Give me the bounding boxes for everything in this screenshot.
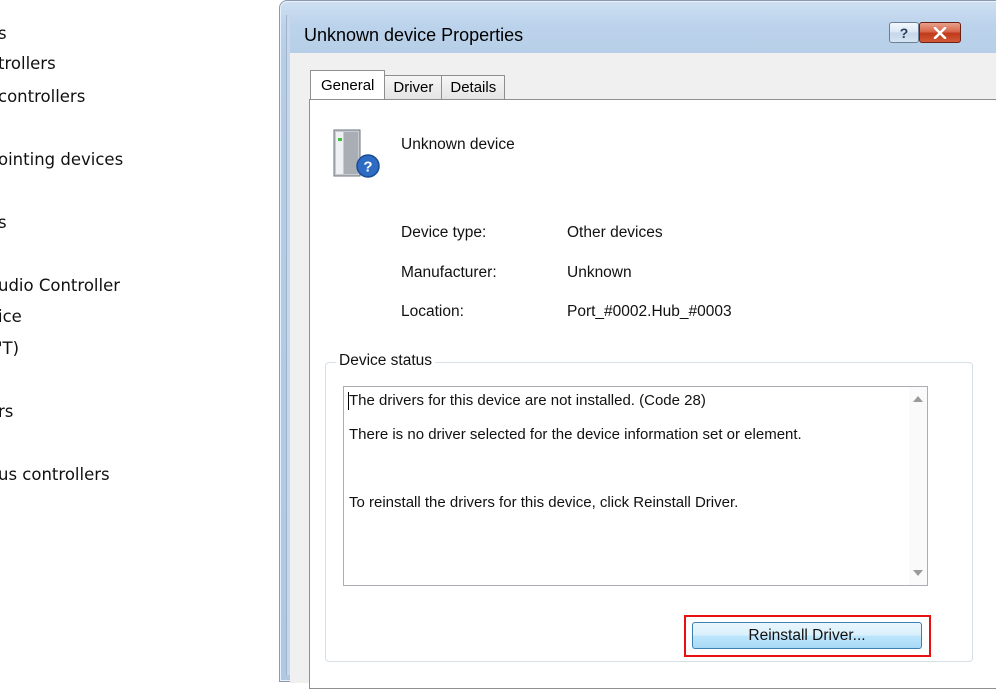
dialog-title: Unknown device Properties: [304, 25, 524, 45]
unknown-device-icon: ?: [333, 129, 380, 178]
status-line: There is no driver selected for the devi…: [349, 426, 802, 443]
device-type-value: Other devices: [567, 224, 663, 241]
device-type-label: Device type:: [401, 224, 487, 241]
list-item[interactable]: 'T): [0, 339, 19, 358]
status-scrollbar[interactable]: [909, 387, 927, 585]
list-item[interactable]: udio Controller: [0, 276, 120, 295]
general-tab-panel: ? Unknown device Device type: Other devi…: [309, 99, 996, 689]
location-label: Location:: [401, 303, 464, 320]
manufacturer-label: Manufacturer:: [401, 264, 497, 281]
list-item[interactable]: rs: [0, 402, 13, 421]
help-icon: ?: [899, 24, 909, 41]
close-icon: [933, 26, 947, 39]
close-button[interactable]: [919, 22, 961, 43]
tab-general[interactable]: General: [310, 70, 386, 99]
properties-dialog: Unknown device Properties ? General Driv…: [279, 0, 996, 689]
list-item[interactable]: s: [0, 213, 7, 232]
device-status-text: The drivers for this device are not inst…: [349, 392, 879, 511]
list-item[interactable]: s: [0, 24, 7, 43]
scroll-up-arrow-icon[interactable]: [913, 396, 923, 402]
device-status-label: Device status: [336, 352, 436, 370]
list-item[interactable]: us controllers: [0, 465, 110, 484]
tab-driver[interactable]: Driver: [384, 75, 443, 99]
manufacturer-value: Unknown: [567, 264, 632, 281]
status-line: The drivers for this device are not inst…: [349, 392, 706, 409]
tab-strip: General Driver Details: [310, 70, 506, 99]
list-item[interactable]: controllers: [0, 87, 85, 106]
help-button[interactable]: ?: [889, 22, 919, 43]
tab-details[interactable]: Details: [441, 75, 506, 99]
scroll-down-arrow-icon[interactable]: [913, 570, 923, 576]
dialog-client-area: General Driver Details ? Unknown device …: [290, 53, 996, 689]
device-status-textbox[interactable]: The drivers for this device are not inst…: [343, 386, 928, 586]
list-item[interactable]: ointing devices: [0, 150, 123, 169]
device-manager-list: s trollers controllers ointing devices s…: [0, 0, 280, 669]
location-value: Port_#0002.Hub_#0003: [567, 303, 732, 320]
svg-text:?: ?: [363, 159, 372, 176]
device-name: Unknown device: [401, 136, 515, 153]
list-item[interactable]: trollers: [0, 54, 56, 73]
status-line: To reinstall the drivers for this device…: [349, 494, 739, 511]
list-item[interactable]: ice: [0, 307, 22, 326]
reinstall-driver-button[interactable]: Reinstall Driver...: [692, 622, 922, 649]
